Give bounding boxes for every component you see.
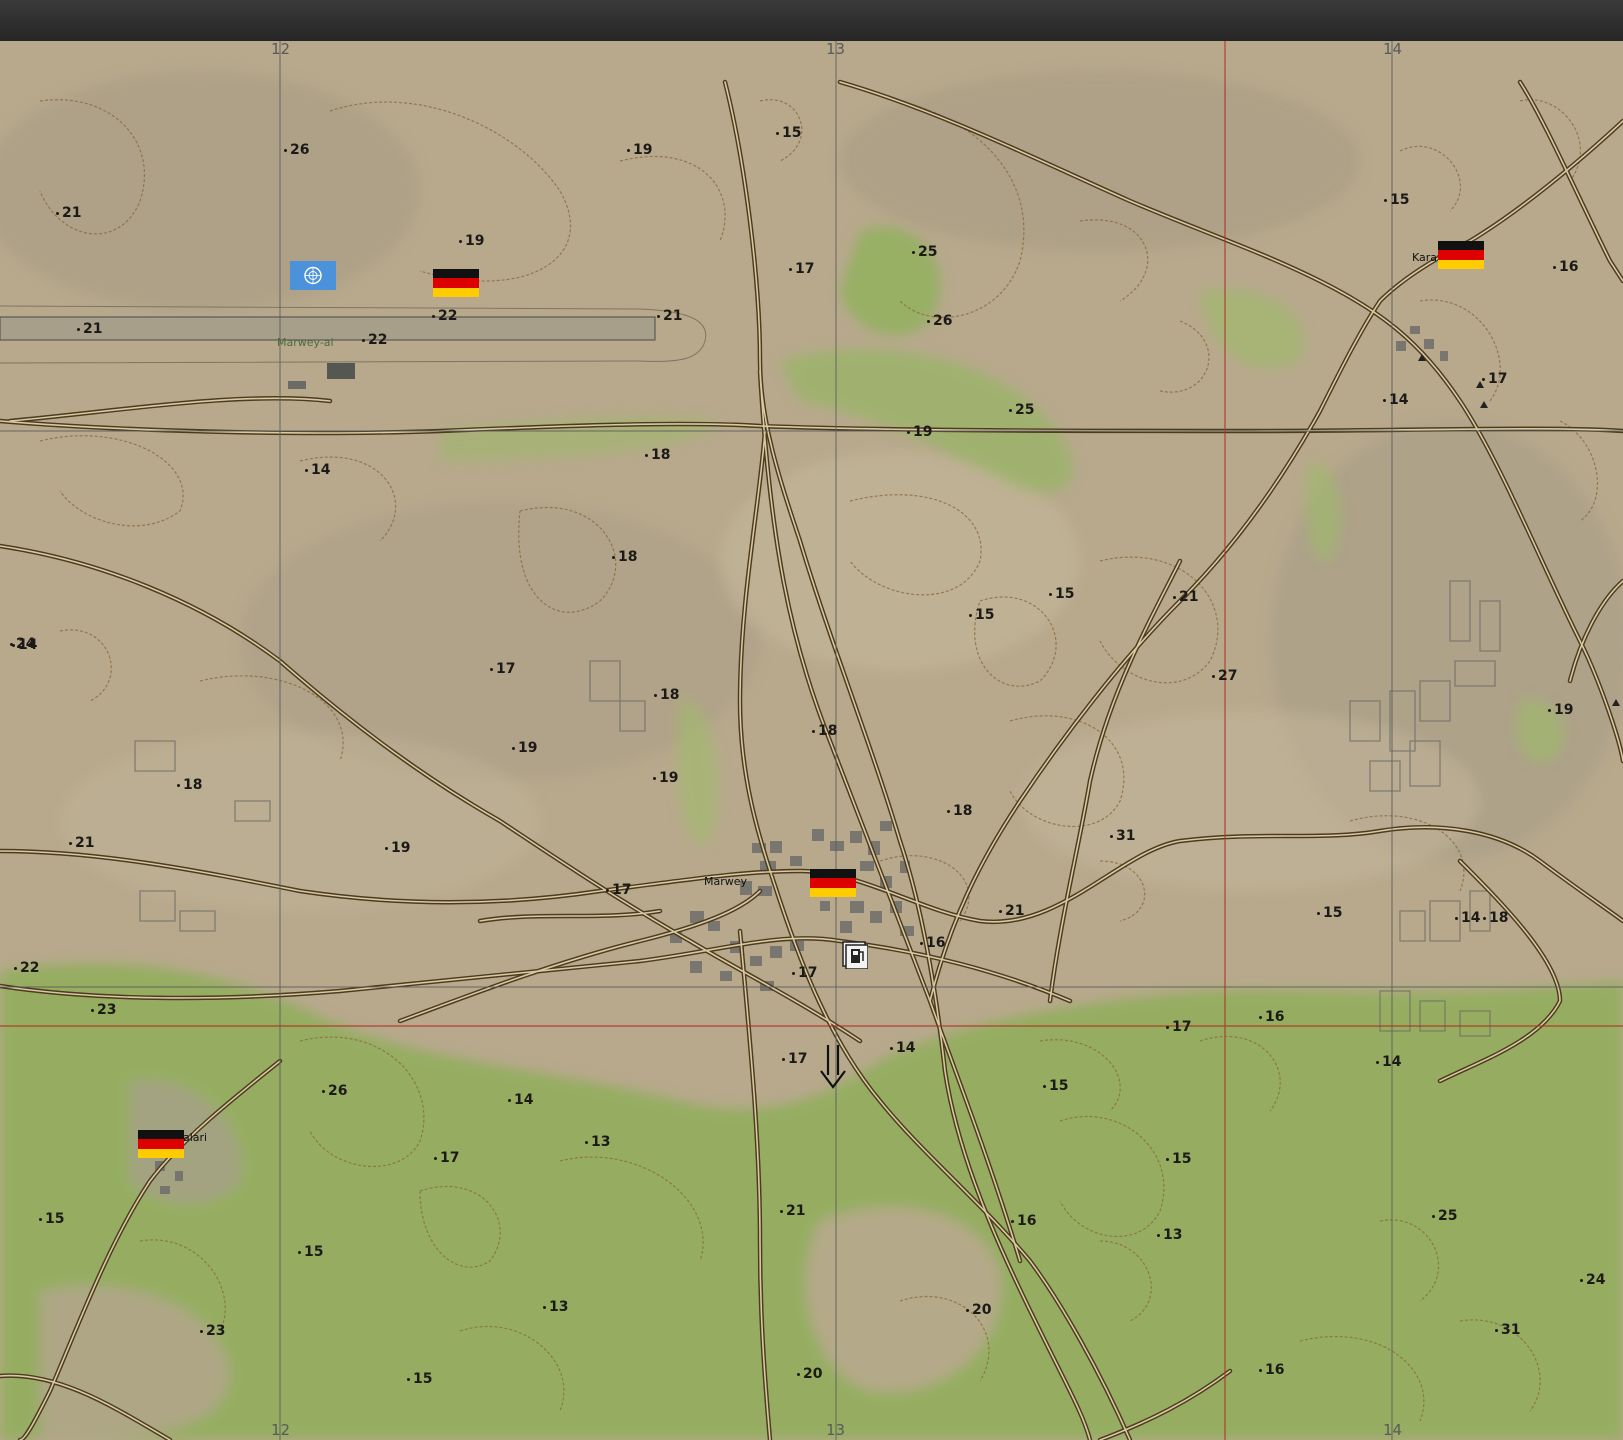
elevation-label: 18 xyxy=(612,550,637,564)
elevation-label: 17 xyxy=(490,662,515,676)
elevation-label: 25 xyxy=(912,245,937,259)
elevation-label: 21 xyxy=(77,322,102,336)
elevation-label: 17 xyxy=(789,262,814,276)
un-emblem-icon xyxy=(304,266,322,285)
elevation-label: 15 xyxy=(1043,1079,1068,1093)
elevation-label: 21 xyxy=(780,1204,805,1218)
elevation-label: 15 xyxy=(1166,1152,1191,1166)
elevation-label: 18 xyxy=(177,778,202,792)
fuel-station-icon[interactable] xyxy=(842,941,869,970)
elevation-label: 24 xyxy=(1580,1273,1605,1287)
elevation-label: 21 xyxy=(56,206,81,220)
grid-label-top: 13 xyxy=(826,41,846,58)
elevation-label: 18 xyxy=(947,804,972,818)
elevation-label: 15 xyxy=(298,1245,323,1259)
elevation-label: 27 xyxy=(1212,669,1237,683)
elevation-label: 18 xyxy=(645,448,670,462)
elevation-label: 19 xyxy=(653,771,678,785)
elevation-label: 31 xyxy=(1495,1323,1520,1337)
elevation-label: 23 xyxy=(200,1324,225,1338)
elevation-label: 14 xyxy=(1383,393,1408,407)
elevation-label: 15 xyxy=(1317,906,1342,920)
place-label-marwey: Marwey xyxy=(704,875,748,888)
elevation-label: 26 xyxy=(927,314,952,328)
window-title-bar xyxy=(0,0,1623,41)
elevation-label-west: 24 xyxy=(10,637,35,651)
elevation-label: 22 xyxy=(14,961,39,975)
germany-flag-icon[interactable] xyxy=(138,1130,184,1158)
elevation-label: 19 xyxy=(1548,703,1573,717)
elevation-label: 22 xyxy=(362,333,387,347)
elevation-label: 31 xyxy=(1110,829,1135,843)
elevation-label: 15 xyxy=(969,608,994,622)
elevation-label: 20 xyxy=(797,1367,822,1381)
elevation-label: 19 xyxy=(385,841,410,855)
elevation-label: 15 xyxy=(407,1372,432,1386)
elevation-label: 19 xyxy=(512,741,537,755)
elevation-label: 17 xyxy=(606,883,631,897)
elevation-label: 17 xyxy=(792,966,817,980)
elevation-label: 19 xyxy=(459,234,484,248)
elevation-label: 17 xyxy=(434,1151,459,1165)
grid-label-bottom: 13 xyxy=(826,1421,846,1439)
elevation-label: 25 xyxy=(1432,1209,1457,1223)
elevation-label: 17 xyxy=(782,1052,807,1066)
un-flag-icon[interactable] xyxy=(290,261,336,290)
elevation-label: 26 xyxy=(322,1084,347,1098)
grid-label-bottom: 14 xyxy=(1383,1421,1403,1439)
elevation-label: 22 xyxy=(432,309,457,323)
elevation-label: 26 xyxy=(284,143,309,157)
grid-label-top: 12 xyxy=(271,41,291,58)
down-arrow-glyph xyxy=(820,1045,846,1089)
elevation-label: 25 xyxy=(1009,403,1034,417)
map-view[interactable]: 12 13 14 12 13 14 Marwey Karay alari Mar… xyxy=(0,41,1623,1440)
elevation-label: 16 xyxy=(1259,1363,1284,1377)
elevation-label: 14 xyxy=(1376,1055,1401,1069)
elevation-label: 16 xyxy=(1553,260,1578,274)
elevation-label: 17 xyxy=(1166,1020,1191,1034)
elevation-label: 15 xyxy=(1384,193,1409,207)
elevation-label: 18 xyxy=(1483,911,1508,925)
grid-label-bottom: 12 xyxy=(271,1421,291,1439)
place-label-alari: alari xyxy=(183,1131,208,1144)
elevation-label: 15 xyxy=(39,1212,64,1226)
elevation-label: 18 xyxy=(654,688,679,702)
elevation-label: 14 xyxy=(305,463,330,477)
germany-flag-icon[interactable] xyxy=(433,269,479,297)
place-label-airfield: Marwey-ai xyxy=(277,336,334,349)
elevation-label: 20 xyxy=(966,1303,991,1317)
terrain-layer xyxy=(0,41,1623,1440)
elevation-label: 13 xyxy=(585,1135,610,1149)
elevation-label: 21 xyxy=(999,904,1024,918)
elevation-label: 13 xyxy=(543,1300,568,1314)
germany-flag-icon[interactable] xyxy=(1438,241,1484,269)
elevation-label: 17 xyxy=(1482,372,1507,386)
elevation-label: 21 xyxy=(657,309,682,323)
elevation-label: 15 xyxy=(1049,587,1074,601)
elevation-label: 21 xyxy=(1173,590,1198,604)
elevation-label: 18 xyxy=(812,724,837,738)
elevation-label: 16 xyxy=(920,936,945,950)
grid-label-top: 14 xyxy=(1383,41,1403,58)
germany-flag-icon[interactable] xyxy=(810,869,856,897)
elevation-label: 23 xyxy=(91,1003,116,1017)
elevation-label: 13 xyxy=(1157,1228,1182,1242)
elevation-label: 14 xyxy=(1455,911,1480,925)
elevation-label: 19 xyxy=(627,143,652,157)
down-arrow-icon xyxy=(818,1043,848,1091)
elevation-label: 16 xyxy=(1011,1214,1036,1228)
elevation-label: 19 xyxy=(907,425,932,439)
elevation-label: 14 xyxy=(508,1093,533,1107)
elevation-label: 21 xyxy=(69,836,94,850)
elevation-label: 14 xyxy=(890,1041,915,1055)
elevation-label: 15 xyxy=(776,126,801,140)
fuel-pump-glyph xyxy=(842,941,869,970)
elevation-label: 16 xyxy=(1259,1010,1284,1024)
